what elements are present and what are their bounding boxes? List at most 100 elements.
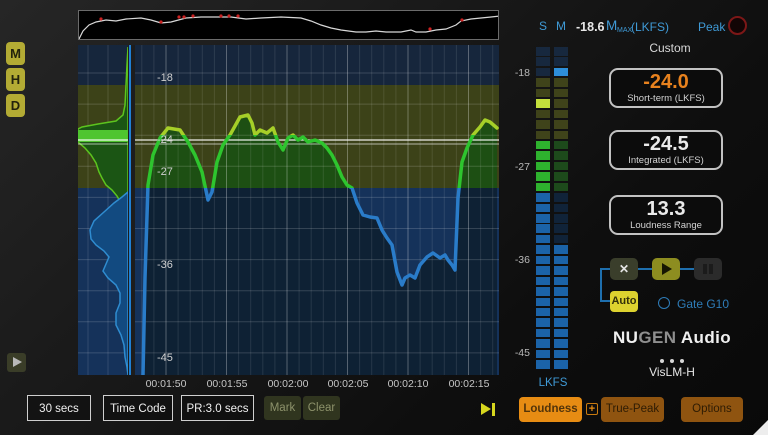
meter-segment xyxy=(536,287,550,296)
meter-segment xyxy=(536,193,550,202)
meter-segment xyxy=(536,172,550,181)
meter-units-label: LKFS xyxy=(533,377,573,389)
gate-radio[interactable] xyxy=(658,297,670,309)
meter-segment xyxy=(554,256,568,265)
pause-icon xyxy=(703,264,707,274)
meter-segment xyxy=(536,350,550,359)
meter-segment xyxy=(536,47,550,56)
practical-range-button[interactable]: PR:3.0 secs xyxy=(181,395,254,421)
meter-segment xyxy=(536,245,550,254)
tab-momentary[interactable]: M xyxy=(6,42,25,65)
loudness-overview-strip[interactable] xyxy=(78,10,499,40)
meter-segment xyxy=(554,298,568,307)
meter-segment xyxy=(536,78,550,87)
loudness-mode-button[interactable]: Loudness xyxy=(519,397,582,422)
meter-segment xyxy=(536,224,550,233)
time-tick-label: 00:01:55 xyxy=(195,378,259,390)
auto-button[interactable]: Auto xyxy=(610,291,638,312)
peak-label: Peak xyxy=(698,20,725,34)
svg-text:-36: -36 xyxy=(157,259,173,271)
meter-segment xyxy=(554,68,568,77)
short-term-readout-label: Short-term (LKFS) xyxy=(611,94,721,104)
meter-scale-label: -27 xyxy=(503,161,530,173)
meter-segment xyxy=(536,277,550,286)
meter-segment xyxy=(554,235,568,244)
play-icon xyxy=(13,357,22,367)
tab-histogram[interactable]: H xyxy=(6,68,25,91)
vislm-plugin-window: M H D -18-24-27-36-45 00:01:5000:01:5500… xyxy=(0,0,768,435)
pause-button[interactable] xyxy=(694,258,722,280)
connector-line xyxy=(600,300,610,302)
svg-text:-24: -24 xyxy=(157,134,173,146)
loudness-range-readout-label: Loudness Range xyxy=(611,221,721,231)
meter-segment xyxy=(554,318,568,327)
meter-segment xyxy=(536,183,550,192)
product-name: VisLM-H xyxy=(600,365,744,379)
svg-text:-45: -45 xyxy=(157,352,173,364)
meter-segment xyxy=(536,57,550,66)
loudness-range-readout[interactable]: 13.3 Loudness Range xyxy=(609,195,723,235)
meter-segment xyxy=(554,266,568,275)
meter-segment xyxy=(536,99,550,108)
meter-segment xyxy=(554,287,568,296)
meter-segment xyxy=(554,47,568,56)
meter-segment xyxy=(536,151,550,160)
history-play-button[interactable] xyxy=(7,353,26,372)
reset-button[interactable]: ✕ xyxy=(610,258,638,280)
integrated-value: -24.5 xyxy=(611,132,721,156)
timecode-button[interactable]: Time Code xyxy=(103,395,173,421)
resize-handle[interactable] xyxy=(753,420,768,435)
meter-segment xyxy=(554,350,568,359)
gate-label[interactable]: Gate G10 xyxy=(677,297,729,311)
time-tick-label: 00:02:10 xyxy=(376,378,440,390)
meter-segment xyxy=(554,204,568,213)
time-window-button[interactable]: 30 secs xyxy=(27,395,91,421)
peak-indicator-lamp[interactable] xyxy=(728,16,747,35)
meter-segment xyxy=(554,245,568,254)
skip-icon xyxy=(481,403,491,415)
meter-scale-label: -18 xyxy=(503,67,530,79)
meter-segment xyxy=(536,120,550,129)
meter-segment xyxy=(554,277,568,286)
loudness-history-chart[interactable]: -18-24-27-36-45 xyxy=(78,45,499,375)
meter-scale-label: -36 xyxy=(503,254,530,266)
brand-logo: NUGEN Audio xyxy=(600,328,744,348)
connector-line xyxy=(600,268,602,302)
meter-segment xyxy=(536,329,550,338)
clear-button[interactable]: Clear xyxy=(303,396,340,420)
meter-segment xyxy=(554,78,568,87)
short-term-meter xyxy=(536,47,550,371)
meter-segment xyxy=(554,89,568,98)
true-peak-mode-button[interactable]: True-Peak xyxy=(601,397,664,422)
options-button[interactable]: Options xyxy=(681,397,743,422)
meter-segment xyxy=(554,131,568,140)
short-term-readout[interactable]: -24.0 Short-term (LKFS) xyxy=(609,68,723,108)
time-tick-label: 00:02:15 xyxy=(437,378,501,390)
pause-icon xyxy=(709,264,713,274)
momentary-max-units: (LKFS) xyxy=(631,20,669,34)
meter-segment xyxy=(536,235,550,244)
loudness-range-value: 13.3 xyxy=(611,197,721,221)
momentary-max-subscript: MAX xyxy=(617,27,632,34)
short-term-value: -24.0 xyxy=(611,70,721,94)
time-tick-label: 00:02:05 xyxy=(316,378,380,390)
mark-button[interactable]: Mark xyxy=(264,396,301,420)
meter-segment xyxy=(554,151,568,160)
meter-segment xyxy=(536,131,550,140)
meter-segment xyxy=(536,214,550,223)
time-tick-label: 00:02:00 xyxy=(256,378,320,390)
play-button[interactable] xyxy=(652,258,680,280)
meter-segment xyxy=(554,57,568,66)
meter-segment xyxy=(554,308,568,317)
connector-line xyxy=(680,268,694,270)
link-modes-button[interactable]: + xyxy=(586,403,598,415)
skip-icon-bar xyxy=(492,403,495,416)
time-tick-label: 00:01:50 xyxy=(134,378,198,390)
tab-distribution[interactable]: D xyxy=(6,94,25,117)
preset-name[interactable]: Custom xyxy=(630,41,710,55)
meter-segment xyxy=(554,224,568,233)
svg-text:-18: -18 xyxy=(157,72,173,84)
meter-segment xyxy=(554,183,568,192)
integrated-readout[interactable]: -24.5 Integrated (LKFS) xyxy=(609,130,723,170)
meter-segment xyxy=(554,110,568,119)
